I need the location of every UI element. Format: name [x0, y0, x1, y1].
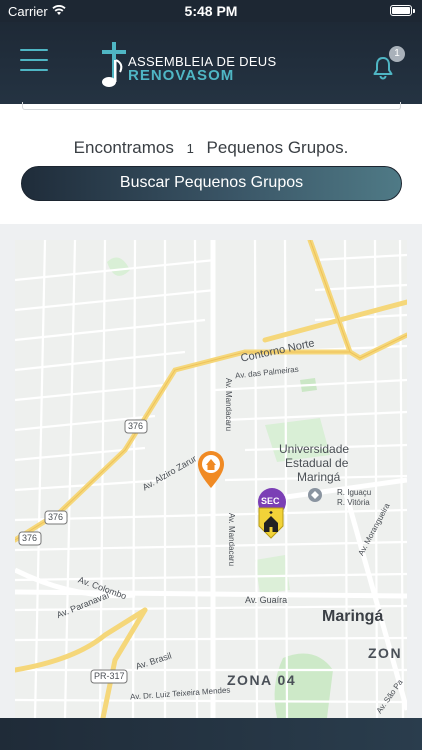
search-groups-button[interactable]: Buscar Pequenos Grupos	[21, 166, 402, 201]
battery-icon	[390, 5, 415, 16]
notification-badge: 1	[389, 46, 405, 62]
menu-line-icon	[20, 49, 48, 51]
logo-cross-note-icon	[102, 42, 126, 87]
map-view[interactable]: Contorno Norte Av. das Palmeiras 376 376…	[15, 240, 407, 718]
map-label: Av. Mandacaru	[227, 512, 237, 567]
map-label: Estadual de	[285, 456, 349, 470]
logo-subtitle: RENOVASOM	[128, 67, 235, 84]
map-label: Universidade	[279, 442, 350, 456]
battery-fill	[392, 7, 410, 14]
results-count: 1	[186, 141, 194, 156]
results-suffix: Pequenos Grupos.	[206, 138, 349, 157]
bottom-bar	[0, 718, 422, 750]
home-marker-icon[interactable]	[198, 451, 224, 488]
sec-marker-label: SEC	[261, 496, 280, 506]
map-label: R. Vitória	[337, 498, 370, 507]
navbar: ASSEMBLEIA DE DEUS RENOVASOM 1	[0, 22, 422, 104]
map-label: 376	[22, 533, 38, 543]
map-label: Maringá	[297, 470, 341, 484]
menu-line-icon	[20, 59, 48, 61]
map-label: Av. Guaíra	[245, 595, 288, 605]
map-label: PR-317	[94, 671, 125, 681]
menu-line-icon	[20, 69, 48, 71]
results-summary: Encontramos 1 Pequenos Grupos.	[0, 138, 422, 158]
map-label: 376	[128, 421, 144, 431]
map-label: Maringá	[322, 608, 384, 625]
map-label: Av. Mandacaru	[224, 377, 234, 432]
results-card: Encontramos 1 Pequenos Grupos. Buscar Pe…	[0, 102, 422, 224]
map-roads	[15, 240, 407, 718]
notifications-button[interactable]: 1	[372, 46, 405, 80]
search-field-edge[interactable]	[22, 102, 401, 110]
map-label: 376	[48, 512, 64, 522]
app-logo: ASSEMBLEIA DE DEUS RENOVASOM	[98, 42, 288, 90]
map-label: ZON	[368, 645, 403, 661]
results-prefix: Encontramos	[73, 138, 174, 157]
map-label: R. Iguaçu	[337, 488, 372, 497]
map-label: ZONA 04	[227, 672, 297, 688]
status-bar: Carrier 5:48 PM	[0, 0, 422, 22]
status-time: 5:48 PM	[184, 3, 238, 19]
hamburger-menu-button[interactable]	[20, 49, 48, 73]
